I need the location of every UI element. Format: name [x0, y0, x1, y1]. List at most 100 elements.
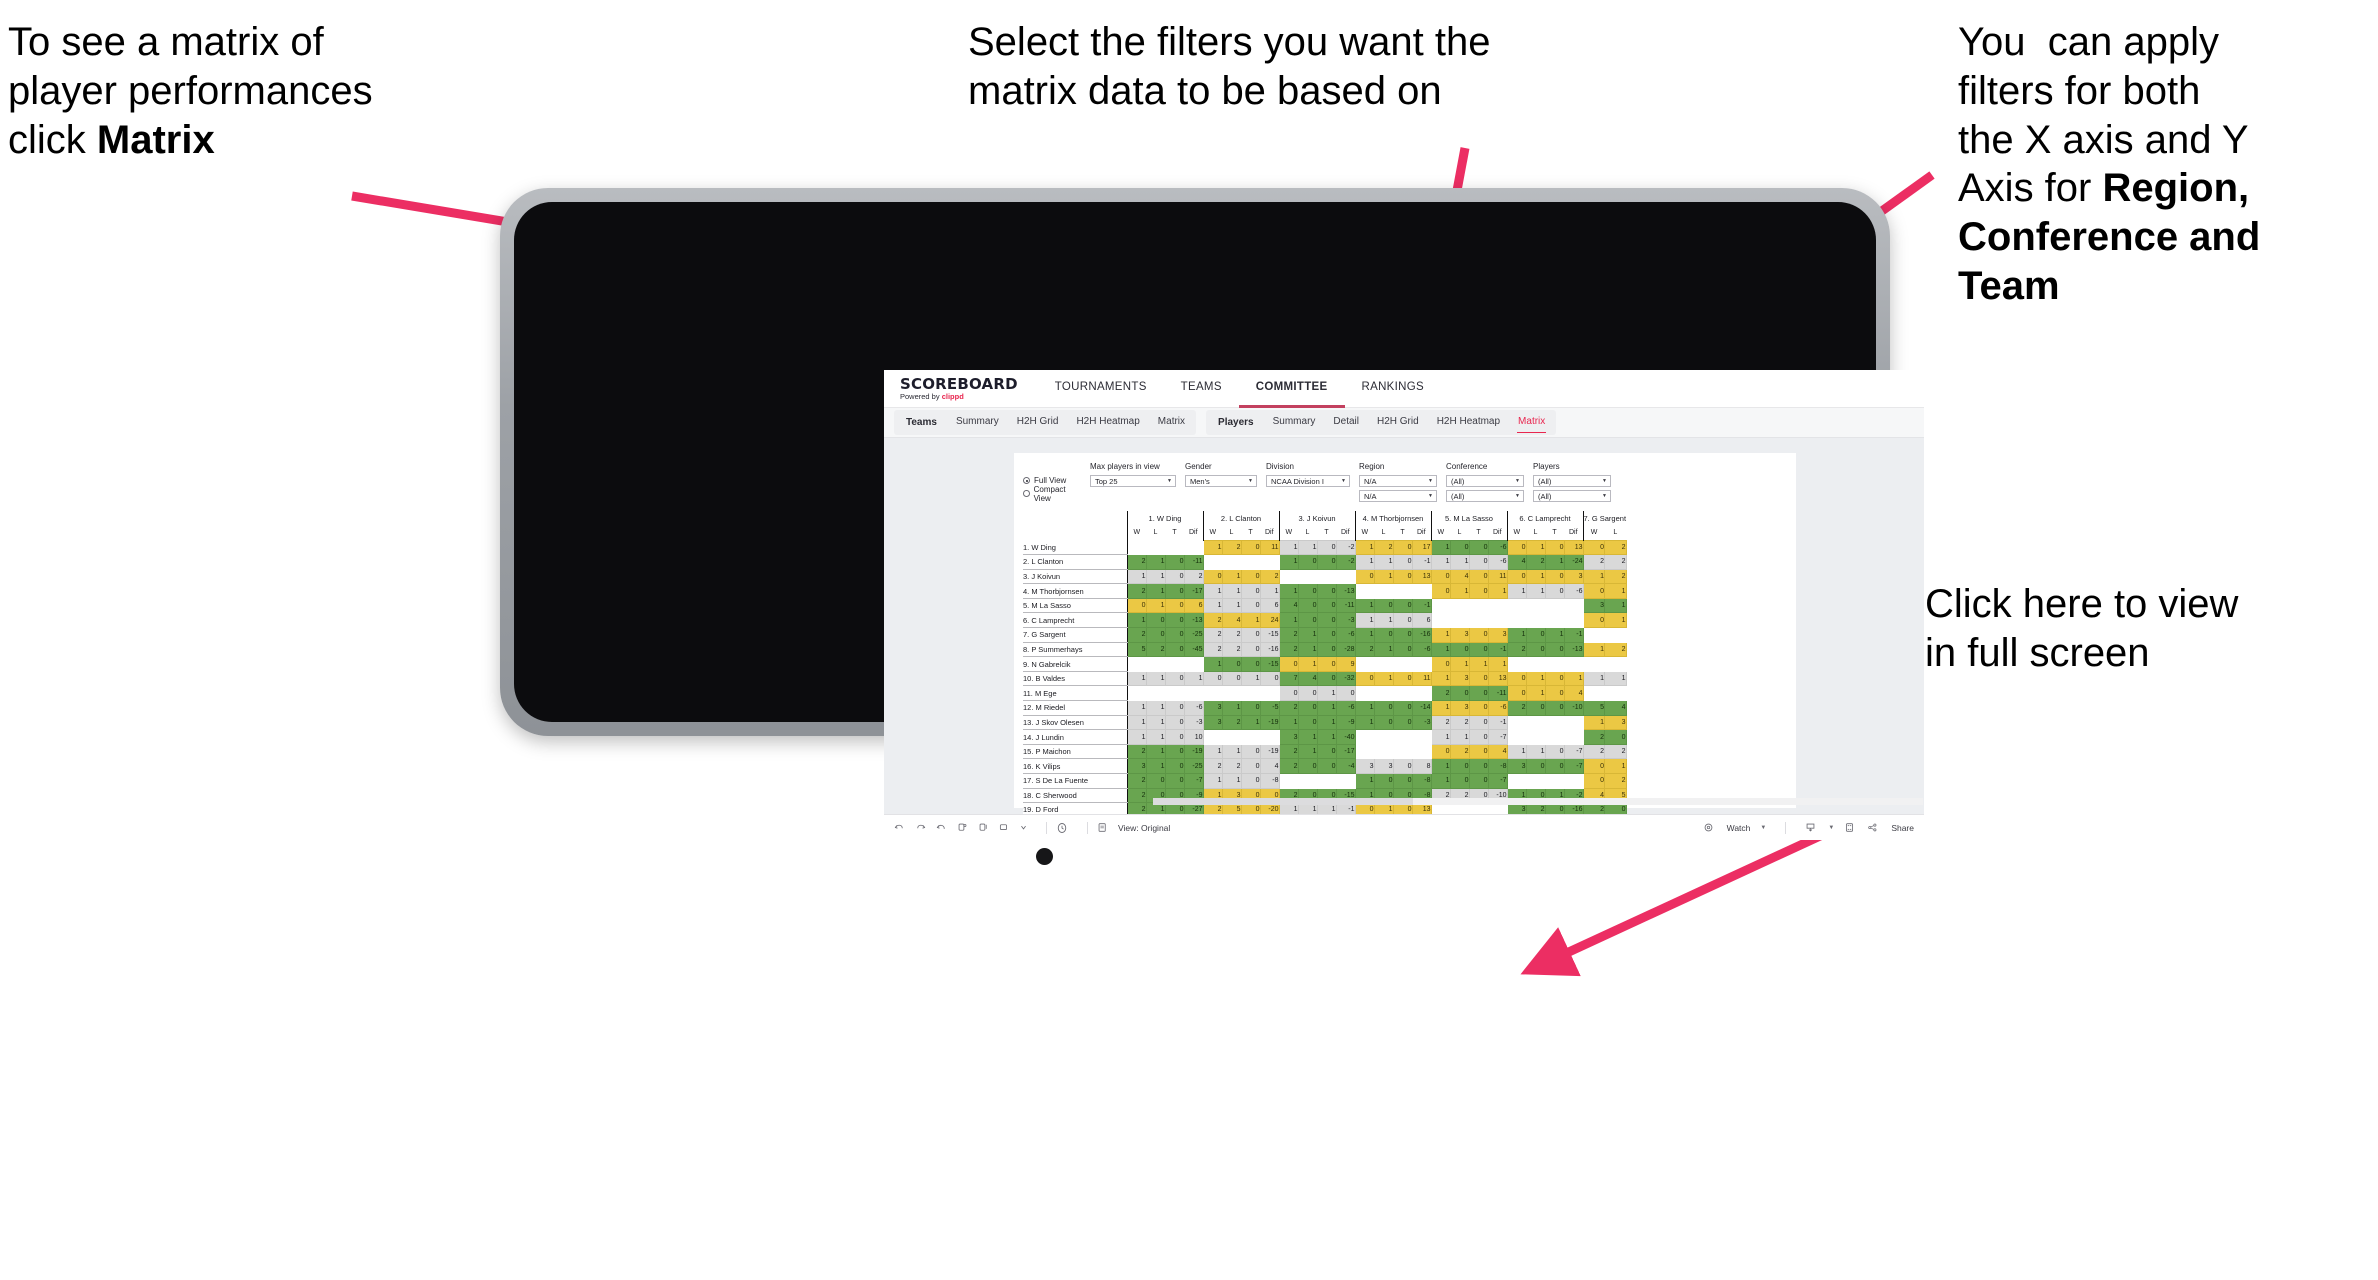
matrix-row[interactable]: 7. G Sargent 2 0 0 -25 2 2 0 -15 2 1 0 -6 1 0 0 -16 1 3 0 3 1… — [1023, 627, 1627, 643]
matrix-cell[interactable]: -19 — [1183, 743, 1204, 760]
matrix-row[interactable]: 1. W Ding 1 2 0 11 1 1 0 -2 1 2 0 17 1 0 0 -6 0 1 0 13 0 2 — [1023, 539, 1627, 556]
matrix-cell[interactable]: 0 — [1164, 670, 1185, 687]
matrix-cell[interactable] — [1563, 597, 1584, 614]
matrix-cell[interactable] — [1468, 597, 1489, 614]
matrix-cell[interactable]: 6 — [1411, 612, 1432, 629]
matrix-cell[interactable]: 1 — [1354, 597, 1375, 614]
matrix-cell[interactable]: 0 — [1164, 568, 1185, 585]
matrix-cell[interactable]: 1 — [1373, 612, 1394, 629]
matrix-cell[interactable]: 3 — [1354, 758, 1375, 774]
matrix-cell[interactable] — [1259, 554, 1280, 570]
matrix-cell[interactable]: 4 — [1221, 612, 1242, 629]
matrix-cell[interactable]: -3 — [1183, 714, 1204, 731]
matrix-cell[interactable] — [1259, 685, 1280, 702]
chevron-down-icon[interactable]: ▼ — [1760, 825, 1766, 831]
matrix-cell[interactable]: 1 — [1354, 539, 1375, 556]
matrix-cell[interactable]: 0 — [1240, 758, 1261, 774]
matrix-cell[interactable]: 1 — [1126, 670, 1147, 687]
matrix-cell[interactable]: -4 — [1335, 758, 1356, 774]
matrix-cell[interactable]: 0 — [1297, 685, 1318, 702]
matrix-cell[interactable]: 0 — [1468, 627, 1489, 643]
matrix-cell[interactable]: 0 — [1525, 758, 1546, 774]
matrix-cell[interactable]: -8 — [1259, 773, 1280, 789]
filter-region-select-y[interactable]: N/A ▼ — [1359, 490, 1437, 502]
view-original-label[interactable]: View: Original — [1118, 823, 1170, 833]
matrix-cell[interactable] — [1544, 714, 1565, 731]
matrix-cell[interactable]: 1 — [1221, 700, 1242, 716]
matrix-cell[interactable]: 2 — [1221, 627, 1242, 643]
matrix-cell[interactable]: 1 — [1202, 539, 1223, 556]
matrix-cell[interactable]: -13 — [1563, 641, 1584, 658]
matrix-cell[interactable]: 1 — [1221, 583, 1242, 599]
matrix-cell[interactable]: 0 — [1525, 641, 1546, 658]
matrix-cell[interactable] — [1183, 539, 1204, 556]
matrix-cell[interactable]: -40 — [1335, 729, 1356, 745]
matrix-cell[interactable]: 0 — [1449, 773, 1470, 789]
matrix-cell[interactable] — [1563, 656, 1584, 672]
subnav-teams-matrix[interactable]: Matrix — [1149, 412, 1194, 433]
matrix-cell[interactable]: 1 — [1604, 583, 1627, 599]
matrix-cell[interactable]: -11 — [1487, 685, 1508, 702]
matrix-row[interactable]: 12. M Riedel 1 1 0 -6 3 1 0 -5 2 0 1 -6 1 0 0 -14 1 3 0 -6 2 0… — [1023, 700, 1627, 716]
matrix-cell[interactable] — [1240, 685, 1261, 702]
matrix-cell[interactable]: 0 — [1582, 773, 1606, 789]
matrix-cell[interactable]: 1 — [1259, 583, 1280, 599]
matrix-cell[interactable]: 3 — [1506, 758, 1527, 774]
matrix-cell[interactable]: 1 — [1582, 714, 1606, 731]
matrix-cell[interactable] — [1202, 554, 1223, 570]
revert-icon[interactable] — [936, 822, 947, 833]
matrix-cell[interactable]: 1 — [1430, 627, 1451, 643]
matrix-cell[interactable] — [1525, 729, 1546, 745]
matrix-cell[interactable]: 3 — [1202, 714, 1223, 731]
matrix-cell[interactable] — [1544, 773, 1565, 789]
matrix-cell[interactable]: 0 — [1316, 627, 1337, 643]
matrix-cell[interactable]: 2 — [1278, 700, 1299, 716]
matrix-cell[interactable]: 4 — [1604, 700, 1627, 716]
matrix-cell[interactable]: 1 — [1430, 700, 1451, 716]
matrix-cell[interactable]: 0 — [1468, 641, 1489, 658]
share-icon[interactable] — [1867, 822, 1878, 833]
matrix-cell[interactable] — [1335, 568, 1356, 585]
matrix-cell[interactable]: -6 — [1335, 627, 1356, 643]
matrix-cell[interactable]: 0 — [1259, 670, 1280, 687]
matrix-cell[interactable]: 9 — [1335, 656, 1356, 672]
matrix-cell[interactable]: 0 — [1354, 568, 1375, 585]
matrix-cell[interactable]: 0 — [1506, 670, 1527, 687]
matrix-cell[interactable]: 1 — [1544, 627, 1565, 643]
matrix-cell[interactable]: 1 — [1126, 714, 1147, 731]
matrix-cell[interactable] — [1487, 597, 1508, 614]
refresh-icon[interactable] — [957, 822, 968, 833]
matrix-cell[interactable]: 0 — [1468, 539, 1489, 556]
matrix-cell[interactable]: -7 — [1183, 773, 1204, 789]
matrix-cell[interactable]: 0 — [1544, 568, 1565, 585]
matrix-cell[interactable] — [1373, 656, 1394, 672]
matrix-cell[interactable] — [1354, 583, 1375, 599]
matrix-cell[interactable]: 1 — [1240, 670, 1261, 687]
matrix-cell[interactable]: 0 — [1145, 773, 1166, 789]
matrix-cell[interactable]: 0 — [1468, 685, 1489, 702]
matrix-cell[interactable]: -1 — [1563, 627, 1584, 643]
matrix-cell[interactable]: 1 — [1316, 729, 1337, 745]
matrix-cell[interactable]: 1 — [1449, 554, 1470, 570]
matrix-row[interactable]: 10. B Valdes 1 1 0 1 0 0 1 0 7 4 0 -32 0 1 0 11 1 3 0 13 0 1 0 1… — [1023, 670, 1627, 687]
matrix-cell[interactable]: 2 — [1604, 554, 1627, 570]
matrix-cell[interactable] — [1525, 773, 1546, 789]
matrix-cell[interactable] — [1373, 583, 1394, 599]
matrix-cell[interactable]: 1 — [1582, 670, 1606, 687]
matrix-cell[interactable]: 1 — [1221, 568, 1242, 585]
matrix-row[interactable]: 13. J Skov Olesen 1 1 0 -3 3 2 1 -19 1 0 1 -9 1 0 0 -3 2 2… — [1023, 714, 1627, 731]
matrix-cell[interactable] — [1183, 656, 1204, 672]
matrix-cell[interactable] — [1354, 743, 1375, 760]
matrix-cell[interactable]: 2 — [1604, 743, 1627, 760]
matrix-cell[interactable]: 6 — [1259, 597, 1280, 614]
matrix-cell[interactable] — [1221, 685, 1242, 702]
matrix-cell[interactable]: 0 — [1316, 583, 1337, 599]
matrix-cell[interactable]: 0 — [1373, 714, 1394, 731]
matrix-cell[interactable]: -24 — [1563, 554, 1584, 570]
matrix-cell[interactable]: 0 — [1164, 612, 1185, 629]
matrix-cell[interactable]: 0 — [1373, 700, 1394, 716]
matrix-cell[interactable]: 4 — [1506, 554, 1527, 570]
matrix-cell[interactable]: 0 — [1430, 743, 1451, 760]
matrix-cell[interactable] — [1126, 656, 1147, 672]
matrix-row[interactable]: 3. J Koivun 1 1 0 2 0 1 0 2 0 1 0 13 0 4 0 11 0 1 0 3 1 2 — [1023, 568, 1627, 585]
